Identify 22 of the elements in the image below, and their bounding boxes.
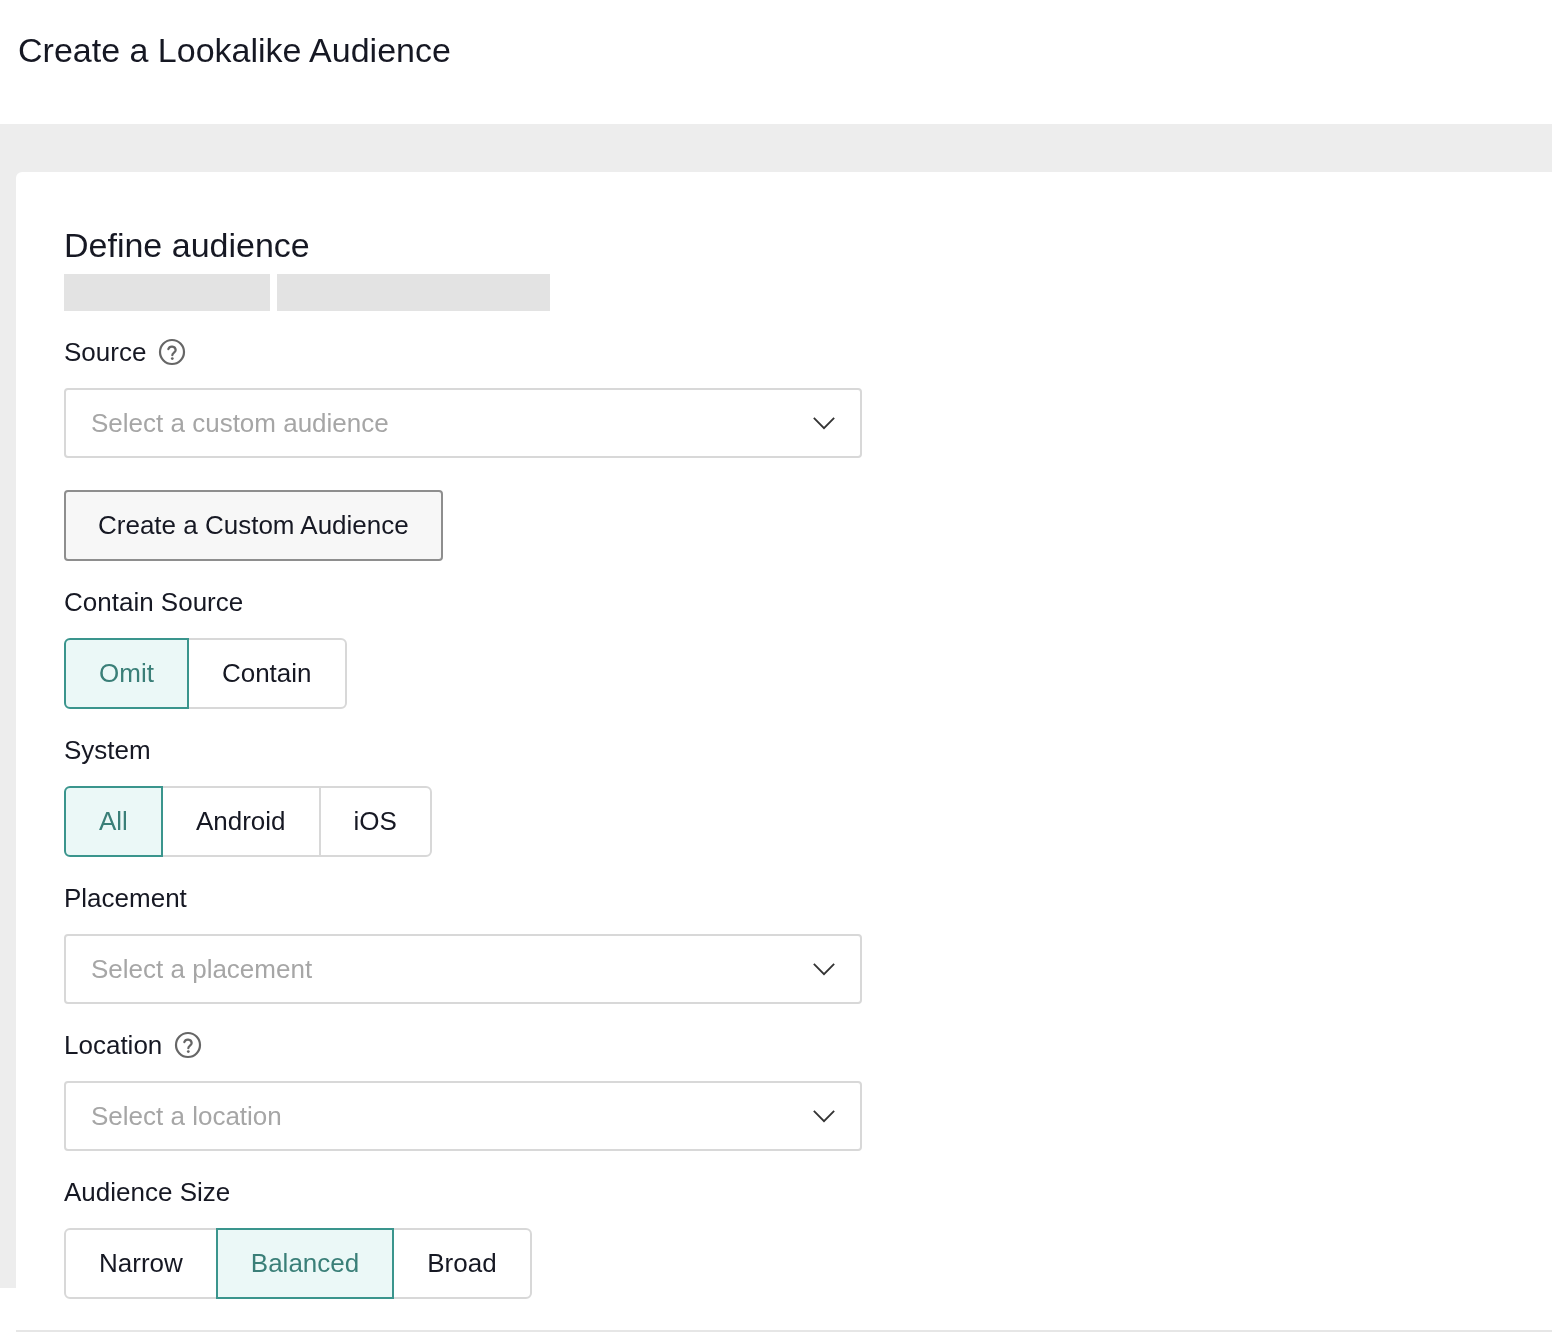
chevron-down-icon: [812, 415, 836, 431]
field-label: Contain Source: [64, 587, 244, 617]
field-label: Location: [64, 1030, 163, 1060]
segment-option[interactable]: Narrow: [64, 1228, 218, 1299]
segment-option[interactable]: All: [64, 786, 163, 857]
segment-option[interactable]: Omit: [64, 638, 189, 709]
segment-option[interactable]: Contain: [186, 638, 347, 709]
chevron-down-icon: [812, 1108, 836, 1124]
field-label: Source: [64, 337, 147, 367]
segment-option[interactable]: Android: [160, 786, 321, 857]
field-label: Placement: [64, 883, 187, 913]
field-label: System: [64, 735, 151, 765]
segment-option[interactable]: Balanced: [215, 1228, 395, 1299]
chevron-down-icon: [812, 961, 836, 977]
help-icon[interactable]: [174, 1031, 203, 1059]
segment-option[interactable]: Broad: [392, 1228, 532, 1299]
page-title: Create a Lookalike Audience: [17, 30, 452, 71]
create-audience-button[interactable]: Create a Custom Audience: [64, 490, 443, 561]
help-icon[interactable]: [158, 338, 187, 366]
segment-option[interactable]: iOS: [318, 786, 432, 857]
field-label: Audience Size: [64, 1177, 231, 1207]
section-title: Define audience: [64, 225, 311, 266]
